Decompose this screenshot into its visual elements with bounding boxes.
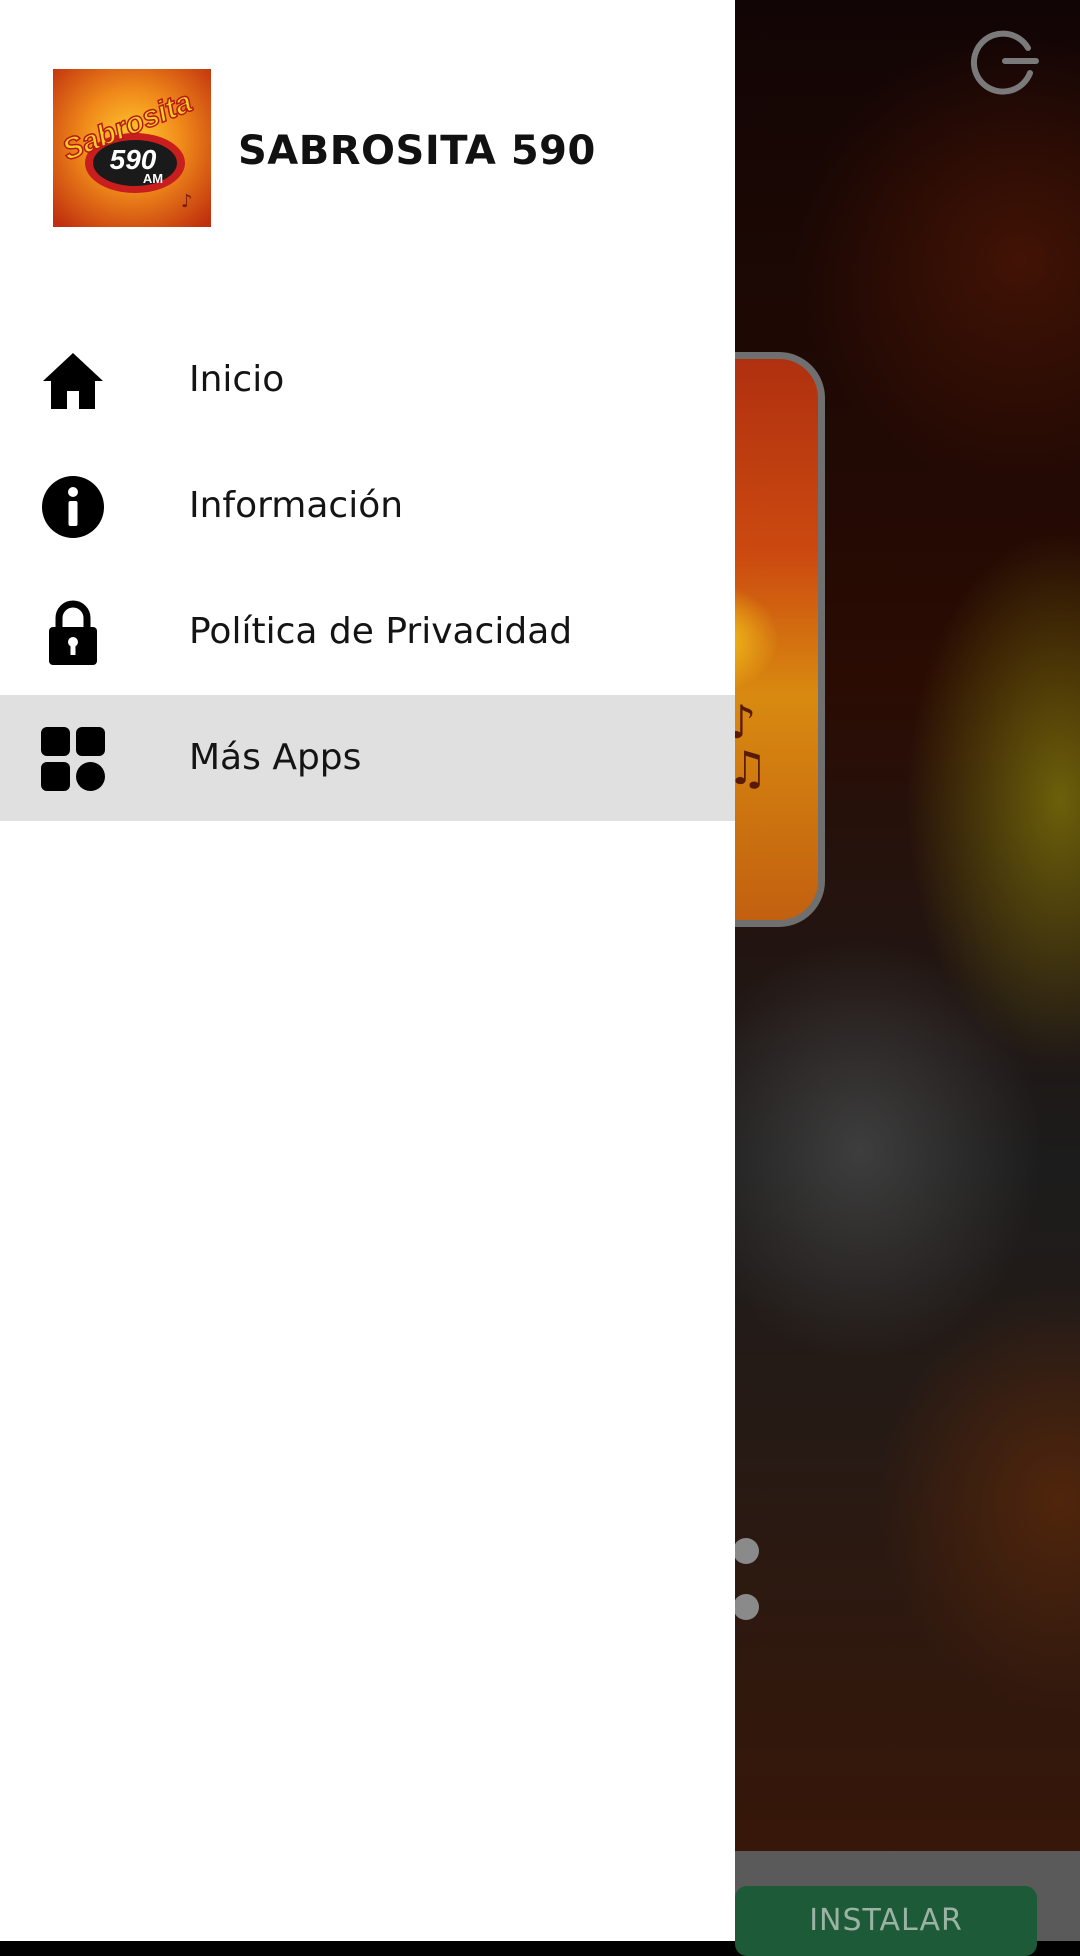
dot [733, 1594, 759, 1620]
home-icon [40, 348, 106, 414]
menu-item-label: Información [189, 485, 404, 526]
menu-item-label: Política de Privacidad [189, 611, 573, 652]
power-icon[interactable] [970, 26, 1040, 96]
station-logo: Sabrosita 590 AM ♪ [53, 69, 211, 227]
player-control-dots[interactable] [733, 1538, 759, 1650]
menu-item-politica-privacidad[interactable]: Política de Privacidad [0, 569, 735, 695]
install-button[interactable]: INSTALAR [735, 1886, 1037, 1956]
svg-text:♪: ♪ [181, 191, 193, 212]
navigation-drawer: Sabrosita 590 AM ♪ SABROSITA 590 Inicio [0, 0, 735, 1941]
info-icon [40, 474, 106, 540]
menu-item-inicio[interactable]: Inicio [0, 317, 735, 443]
menu-item-informacion[interactable]: Información [0, 443, 735, 569]
drawer-menu: Inicio Información Política de Privacida… [0, 317, 735, 821]
dot [733, 1538, 759, 1564]
menu-item-label: Más Apps [189, 737, 362, 778]
menu-item-mas-apps[interactable]: Más Apps [0, 695, 735, 821]
app-title: SABROSITA 590 [238, 128, 596, 174]
menu-item-label: Inicio [189, 359, 285, 400]
drawer-header: Sabrosita 590 AM ♪ SABROSITA 590 [0, 0, 735, 270]
lock-icon [40, 600, 106, 666]
logo-text-am: AM [143, 171, 163, 186]
apps-grid-icon [40, 726, 106, 792]
